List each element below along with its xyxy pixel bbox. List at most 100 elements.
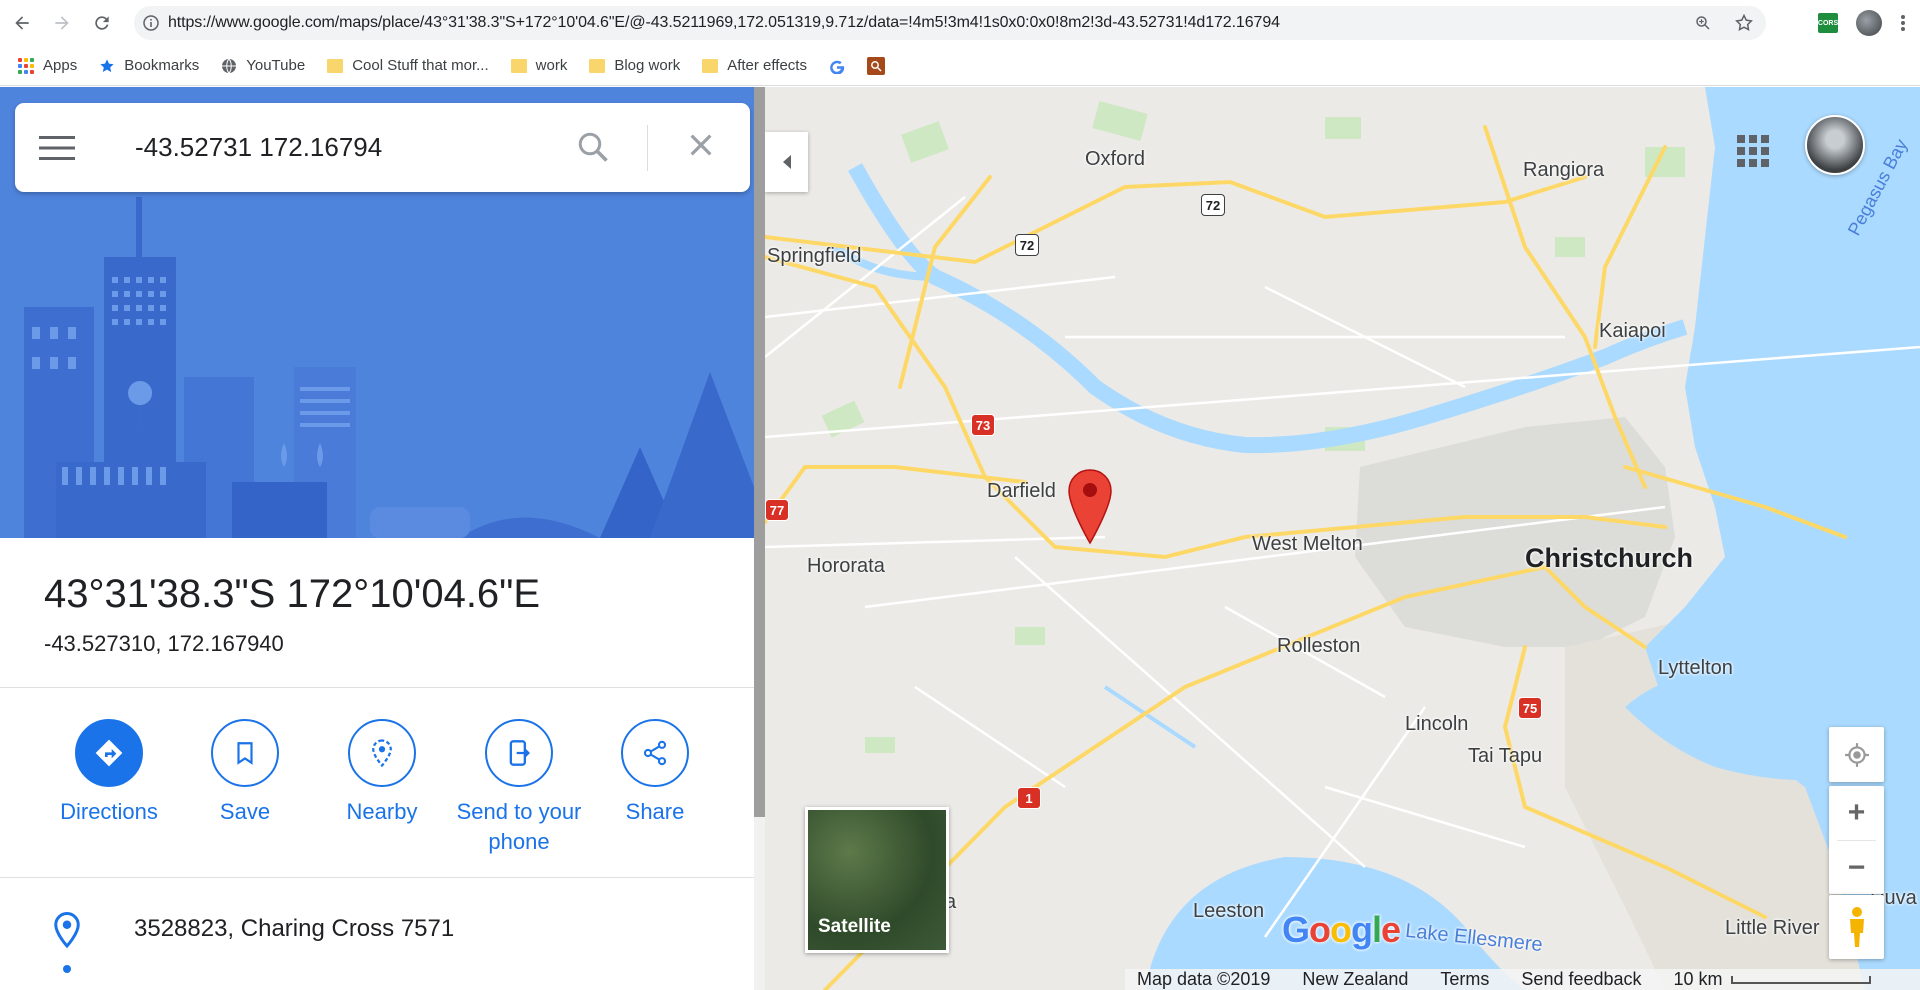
bookmark-apps[interactable]: Apps: [18, 57, 77, 74]
directions-button[interactable]: Directions: [44, 719, 174, 827]
map-label-lyttelton[interactable]: Lyttelton: [1658, 657, 1733, 680]
map-label-rangiora[interactable]: Rangiora: [1523, 159, 1604, 182]
share-button[interactable]: Share: [590, 719, 720, 827]
map-label-lincoln[interactable]: Lincoln: [1405, 713, 1468, 736]
bookmark-cool-stuff[interactable]: Cool Stuff that mor...: [327, 57, 489, 74]
scale-label[interactable]: 10 km: [1674, 969, 1723, 990]
reload-button[interactable]: [84, 5, 120, 41]
map-data-credit: Map data ©2019: [1137, 969, 1271, 989]
plus-code-dot-icon: [63, 965, 71, 973]
map-label-leeston[interactable]: Leeston: [1193, 900, 1264, 923]
map-label-west-melton[interactable]: West Melton: [1252, 533, 1363, 556]
pegman-icon: [1849, 907, 1864, 947]
bookmark-label: work: [535, 57, 568, 74]
location-marker-icon[interactable]: [1067, 468, 1113, 548]
action-label: Share: [625, 799, 685, 824]
action-label: Save: [219, 799, 271, 824]
highway-shield-1[interactable]: 1: [1017, 787, 1041, 809]
bookmark-google[interactable]: [829, 58, 845, 74]
folder-icon: [510, 58, 527, 73]
nearby-button[interactable]: Nearby: [317, 719, 447, 827]
search-input[interactable]: [135, 132, 555, 163]
apps-grid-icon: [18, 57, 34, 74]
satellite-toggle[interactable]: Satellite: [805, 807, 949, 953]
map-label-christchurch[interactable]: Christchurch: [1525, 543, 1693, 574]
crosshair-icon: [1844, 742, 1869, 767]
bookmark-label: Blog work: [614, 57, 681, 74]
place-decimal-coordinates: -43.527310, 172.167940: [44, 631, 284, 656]
terms-link[interactable]: Terms: [1440, 969, 1489, 990]
bookmark-youtube[interactable]: YouTube: [221, 57, 305, 74]
panel-scrollbar[interactable]: [754, 87, 765, 990]
bookmark-label: Cool Stuff that mor...: [352, 57, 489, 74]
browser-profile-avatar[interactable]: [1856, 10, 1882, 36]
map-label-springfield[interactable]: Springfield: [767, 245, 862, 268]
site-info-icon[interactable]: [134, 15, 168, 31]
cors-extension-icon[interactable]: CORS: [1818, 13, 1838, 33]
account-avatar[interactable]: [1805, 115, 1865, 175]
share-icon: [621, 719, 689, 787]
highway-shield-72[interactable]: 72: [1015, 234, 1039, 256]
highway-shield-73[interactable]: 73: [971, 414, 995, 436]
divider: [0, 877, 754, 878]
bookmark-search-tool[interactable]: [866, 56, 885, 75]
directions-icon: [75, 719, 143, 787]
highway-shield-72[interactable]: 72: [1201, 194, 1225, 216]
map-label-darfield[interactable]: Darfield: [987, 480, 1056, 503]
map-label-little-river[interactable]: Little River: [1725, 917, 1819, 940]
country-link[interactable]: New Zealand: [1302, 969, 1408, 990]
close-icon[interactable]: [685, 129, 717, 166]
map-label-rolleston[interactable]: Rolleston: [1277, 635, 1360, 658]
url-text[interactable]: https://www.google.com/maps/place/43°31'…: [168, 14, 1648, 32]
bookmark-star-icon[interactable]: [1734, 13, 1754, 33]
globe-icon: [222, 58, 237, 73]
search-icon[interactable]: [575, 129, 611, 170]
bookmark-bookmarks[interactable]: Bookmarks: [99, 57, 199, 74]
map-label-hororata[interactable]: Hororata: [807, 555, 885, 578]
bookmarks-bar: Apps Bookmarks YouTube Cool Stuff that m…: [0, 46, 1920, 86]
bookmark-after-effects[interactable]: After effects: [702, 57, 807, 74]
send-to-phone-button[interactable]: Send to your phone: [454, 719, 584, 857]
map-label-oxford[interactable]: Oxford: [1085, 148, 1145, 171]
caret-left-icon: [782, 155, 791, 169]
search-tool-icon: [866, 56, 885, 75]
send-to-phone-icon: [485, 719, 553, 787]
forward-button[interactable]: [44, 5, 80, 41]
star-icon: [100, 58, 114, 72]
bookmark-label: Apps: [43, 57, 78, 74]
save-button[interactable]: Save: [180, 719, 310, 827]
bookmark-work[interactable]: work: [510, 57, 568, 74]
back-arrow-icon: [15, 16, 29, 30]
highway-shield-77[interactable]: 77: [765, 499, 789, 521]
bookmark-blog-work[interactable]: Blog work: [589, 57, 680, 74]
scrollbar-thumb[interactable]: [754, 87, 765, 817]
collapse-panel-button[interactable]: [765, 132, 808, 192]
search-box: [15, 103, 750, 192]
menu-button[interactable]: [15, 135, 99, 161]
map-footer: Map data ©2019 New Zealand Terms Send fe…: [1125, 969, 1920, 990]
divider: [0, 687, 754, 688]
map-canvas[interactable]: Oxford Rangiora Springfield Kaiapoi Darf…: [765, 87, 1920, 990]
bookmark-label: After effects: [727, 57, 807, 74]
nearby-icon: [348, 719, 416, 787]
map-label-tai-tapu[interactable]: Tai Tapu: [1468, 745, 1542, 768]
scale-bar[interactable]: [1730, 975, 1871, 984]
zoom-magnifier-icon[interactable]: [1694, 14, 1712, 32]
send-feedback-link[interactable]: Send feedback: [1521, 969, 1641, 990]
zoom-out-button[interactable]: −: [1829, 841, 1884, 895]
map-label-kaiapoi[interactable]: Kaiapoi: [1599, 320, 1666, 343]
google-logo: Google: [1282, 909, 1401, 950]
browser-menu-icon[interactable]: [1900, 13, 1906, 33]
back-button[interactable]: [4, 5, 40, 41]
address-row[interactable]: 3528823, Charing Cross 7571: [0, 899, 754, 973]
zoom-in-button[interactable]: +: [1829, 786, 1884, 840]
google-apps-button[interactable]: [1733, 131, 1773, 171]
street-view-pegman[interactable]: [1829, 895, 1884, 959]
highway-shield-75[interactable]: 75: [1518, 697, 1542, 719]
bookmark-label: YouTube: [246, 57, 306, 74]
satellite-label: Satellite: [818, 916, 891, 937]
hamburger-menu-icon: [39, 135, 75, 160]
location-pin-icon: [54, 911, 80, 949]
address-bar[interactable]: https://www.google.com/maps/place/43°31'…: [134, 6, 1766, 40]
my-location-button[interactable]: [1829, 727, 1884, 782]
